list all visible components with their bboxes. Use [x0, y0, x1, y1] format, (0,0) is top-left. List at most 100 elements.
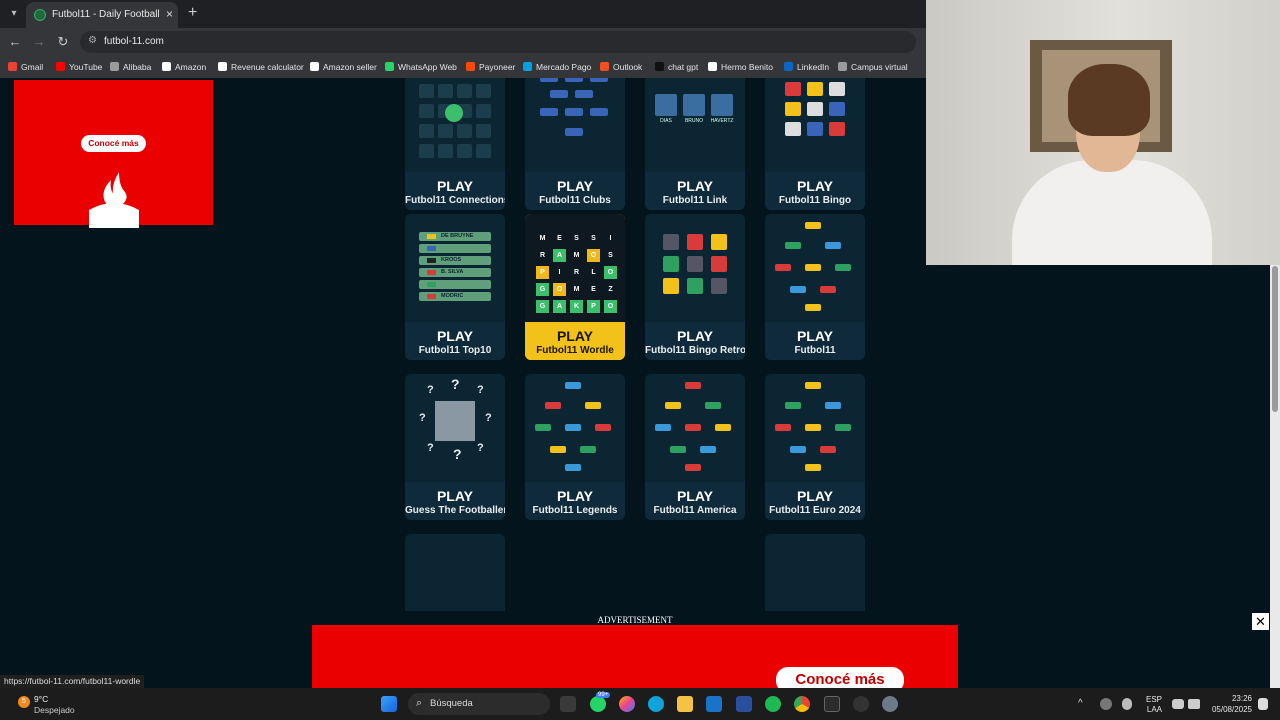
club-crest-icon: [590, 78, 608, 82]
outlook-icon[interactable]: [706, 696, 722, 712]
bookmark-favicon-icon: [8, 62, 17, 71]
formation-player-marker: [476, 124, 491, 138]
ad-learn-more-button[interactable]: Conocé más: [81, 135, 146, 152]
bookmark-item[interactable]: Campus virtual: [838, 60, 908, 74]
link-status-url: https://futbol-11.com/futbol11-wordle: [0, 675, 145, 688]
advertisement-label: ADVERTISEMENT: [597, 615, 673, 625]
bookmark-item[interactable]: Payoneer: [466, 60, 515, 74]
bookmark-item[interactable]: Amazon seller: [310, 60, 377, 74]
scrollbar-thumb[interactable]: [1272, 266, 1278, 412]
tray-app-icon[interactable]: [1100, 698, 1112, 710]
club-crest-icon: [565, 128, 583, 136]
keyboard-layout[interactable]: LAA: [1138, 705, 1162, 714]
spotify-icon[interactable]: [765, 696, 781, 712]
task-view-icon[interactable]: [560, 696, 576, 712]
game-card[interactable]: PLAY Futbol11 Legends: [525, 374, 625, 520]
edge-icon[interactable]: [648, 696, 664, 712]
play-label: PLAY: [796, 328, 834, 344]
reload-icon[interactable]: ↻: [54, 33, 72, 51]
bookmark-item[interactable]: chat gpt: [655, 60, 698, 74]
copilot-icon[interactable]: [619, 696, 635, 712]
formation-player-marker: [438, 124, 453, 138]
game-card[interactable]: PLAY Futbol11 Clubs: [525, 78, 625, 210]
webcam-overlay: [926, 0, 1280, 265]
wordle-letter-tile: G: [536, 300, 549, 313]
badge-icon: [663, 234, 679, 250]
tab-close-icon[interactable]: ×: [166, 7, 173, 21]
volume-icon[interactable]: [1188, 699, 1200, 709]
card-thumbnail: [765, 78, 865, 172]
game-card[interactable]: PLAY Futbol11 Bingo Retro: [645, 214, 745, 360]
game-card[interactable]: DIAS BRUNO HAVERTZ PLAY Futbol11 Link: [645, 78, 745, 210]
forward-arrow-icon[interactable]: →: [30, 33, 48, 51]
card-thumbnail: [405, 534, 505, 611]
taskbar-search[interactable]: ⌕ Búsqueda: [408, 693, 550, 715]
play-label: PLAY: [556, 488, 594, 504]
back-arrow-icon[interactable]: ←: [6, 33, 24, 51]
bookmark-item[interactable]: YouTube: [56, 60, 102, 74]
flag-icon: [785, 102, 801, 116]
windows-start-icon[interactable]: [381, 696, 397, 712]
new-tab-button[interactable]: +: [188, 4, 197, 22]
bookmark-item[interactable]: WhatsApp Web: [385, 60, 457, 74]
game-card[interactable]: PLAY Futbol11 Connections: [405, 78, 505, 210]
game-card[interactable]: PLAY Futbol11 Bingo: [765, 78, 865, 210]
formation-player-marker: [419, 144, 434, 158]
bookmark-item[interactable]: Mercado Pago: [523, 60, 591, 74]
browser-toolbar: ← → ↻ ⚙ futbol-11.com: [0, 28, 926, 56]
formation-player-marker: [775, 264, 791, 271]
network-icon[interactable]: [1172, 699, 1184, 709]
game-card[interactable]: M E S S I R A M O S P I R L O G O M E Z G A K P O PLAY Futbol11 Wo…: [525, 214, 625, 360]
wordle-letter-tile: M: [539, 235, 546, 242]
game-card-partial[interactable]: [405, 534, 505, 611]
bookmark-item[interactable]: Revenue calculator: [218, 60, 304, 74]
tab-search-icon[interactable]: ▾: [6, 6, 22, 22]
player-photo: [655, 94, 677, 116]
bookmark-item[interactable]: Alibaba: [110, 60, 151, 74]
game-card[interactable]: PLAY Futbol11: [765, 214, 865, 360]
formation-player-marker: [805, 264, 821, 271]
whatsapp-icon[interactable]: [590, 696, 606, 712]
game-card-partial[interactable]: [765, 534, 865, 611]
file-explorer-icon[interactable]: [677, 696, 693, 712]
game-card[interactable]: DE BRUYNE KROOS B. SILVA MODRIC PLAY Futbol11…: [405, 214, 505, 360]
wordle-letter-tile: I: [609, 235, 612, 242]
club-crest-icon: [565, 108, 583, 116]
formation-player-marker: [438, 144, 453, 158]
game-name: Futbol11 Link: [662, 195, 728, 206]
microphone-icon[interactable]: [1122, 698, 1132, 710]
formation-player-marker: [820, 286, 836, 293]
clock-date[interactable]: 05/08/2025: [1200, 705, 1252, 714]
bookmark-item[interactable]: Gmail: [8, 60, 43, 74]
chrome-icon[interactable]: [794, 696, 810, 712]
chevron-up-icon[interactable]: ^: [1078, 699, 1088, 709]
flag-icon: [807, 82, 823, 96]
left-advertisement[interactable]: Conocé más: [14, 80, 213, 228]
store-icon[interactable]: [736, 696, 752, 712]
game-card[interactable]: PLAY Futbol11 America: [645, 374, 745, 520]
close-ad-icon[interactable]: ✕: [1252, 613, 1269, 630]
bookmark-item[interactable]: LinkedIn: [784, 60, 829, 74]
play-label: PLAY: [676, 488, 714, 504]
site-info-icon[interactable]: ⚙: [88, 35, 97, 46]
notification-bell-icon[interactable]: [1258, 698, 1268, 710]
weather-widget[interactable]: 5 9°C Despejado: [18, 693, 88, 715]
game-name: Futbol11 Bingo Retro: [645, 345, 745, 356]
bookmark-item[interactable]: Amazon: [162, 60, 206, 74]
clock-time[interactable]: 23:26: [1200, 694, 1252, 703]
bottom-ad-banner[interactable]: Conocé más: [312, 625, 958, 693]
bookmark-item[interactable]: Outlook: [600, 60, 642, 74]
browser-tab[interactable]: Futbol11 - Daily Football Game ×: [26, 2, 178, 28]
formation-player-marker: [565, 424, 581, 431]
wordle-letter-tile: A: [553, 249, 566, 262]
language-code[interactable]: ESP: [1138, 695, 1162, 704]
address-bar[interactable]: ⚙ futbol-11.com: [80, 31, 916, 53]
game-name: Futbol11 Legends: [532, 505, 618, 516]
settings-gear-icon[interactable]: [882, 696, 898, 712]
game-card[interactable]: PLAY Futbol11 Euro 2024: [765, 374, 865, 520]
epic-games-icon[interactable]: [824, 696, 840, 712]
app-icon[interactable]: [853, 696, 869, 712]
badge-icon: [687, 278, 703, 294]
bookmark-item[interactable]: Hermo Benito: [708, 60, 773, 74]
game-card[interactable]: ???????? PLAY Guess The Footballer: [405, 374, 505, 520]
